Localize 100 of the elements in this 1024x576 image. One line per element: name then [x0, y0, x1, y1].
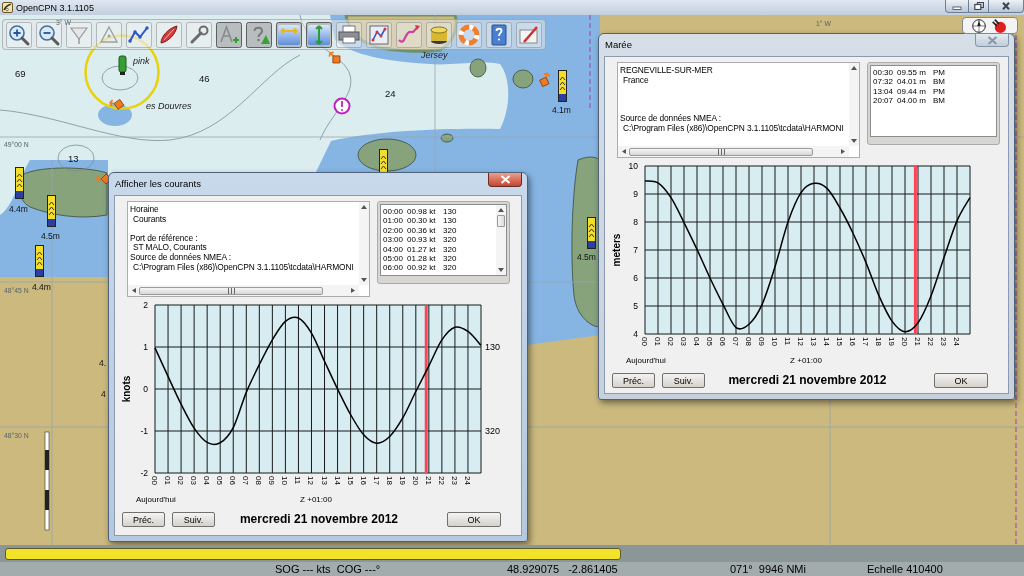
height-cell-text: 09.44 m	[897, 86, 927, 97]
scroll-down-icon[interactable]	[498, 268, 504, 273]
light-icon	[118, 55, 127, 75]
info-line: Horaine	[130, 205, 160, 215]
x-axis-tick-label: 17	[861, 337, 870, 346]
x-axis-tick-label: 00	[150, 476, 159, 485]
x-axis-tick-label: 16	[848, 337, 857, 346]
track-icon[interactable]	[396, 22, 422, 48]
route-icon[interactable]	[126, 22, 152, 48]
time-cell-text: 03:00	[383, 235, 405, 245]
vertical-scrollbar[interactable]	[496, 205, 506, 275]
x-axis-tick-label: 21	[913, 337, 922, 346]
text-icon[interactable]	[216, 22, 242, 48]
speed-cell-text: 00.93 kt	[407, 235, 437, 245]
direction-cell-text: 320	[443, 244, 458, 255]
x-axis-tick-label: 19	[397, 476, 407, 485]
depth-label: 24	[385, 88, 396, 99]
direction-label: 130	[485, 342, 501, 352]
scrollbar-thumb[interactable]	[139, 286, 323, 295]
minimize-button[interactable]	[945, 0, 969, 13]
x-axis-tick-label: 24	[952, 337, 961, 346]
y-axis-tick-label: 8	[633, 217, 638, 227]
x-axis-tick-label: 06	[228, 476, 238, 485]
x-axis-tick-label: 07	[731, 337, 740, 346]
x-axis-tick-label: 20	[410, 476, 420, 485]
info-line: ST MALO, Courants	[132, 243, 208, 253]
speed-cell-text: 00.92 kt	[407, 263, 437, 273]
horizontal-scrollbar[interactable]	[618, 146, 849, 157]
x-axis-tick-label: 14	[332, 476, 342, 485]
notes-icon[interactable]	[516, 22, 542, 48]
x-axis-tick-label: 02	[176, 476, 186, 485]
x-axis-tick-label: 23	[939, 337, 948, 346]
scroll-right-icon[interactable]	[350, 288, 356, 293]
x-axis-tick-label: 22	[926, 337, 935, 346]
ok-button[interactable]: OK	[447, 512, 501, 527]
zoom-in-icon[interactable]	[6, 22, 32, 48]
x-axis-tick-label: 12	[306, 476, 316, 485]
time-cell-text: 02:00	[383, 225, 405, 236]
compass-panel[interactable]	[962, 17, 1018, 34]
scroll-down-icon[interactable]	[851, 139, 857, 144]
y-axis-tick-label: 0	[143, 384, 148, 394]
next-button[interactable]: Suiv.	[172, 512, 215, 527]
close-button[interactable]	[989, 0, 1024, 13]
tide-gauge-icon	[15, 167, 24, 199]
ring-marker-icon	[84, 34, 160, 110]
info-line: C:\Program Files (x86)\OpenCPN 3.1.1105\tcdata\HARMONI	[622, 123, 845, 134]
time-cell-text: 05:00	[383, 254, 405, 264]
tide-gauge-icon	[558, 70, 567, 102]
scroll-right-icon[interactable]	[840, 149, 846, 154]
route-list-icon[interactable]	[366, 22, 392, 48]
tide-type-cell-text: PM	[933, 68, 946, 78]
printer-icon[interactable]	[336, 22, 362, 48]
x-axis-tick-label: 03	[189, 476, 199, 485]
y-axis-tick-label: 4	[633, 329, 638, 339]
current-arrow-icon	[109, 99, 125, 110]
scroll-up-icon[interactable]	[361, 204, 367, 209]
tide-height-label: 4.1m	[552, 105, 571, 115]
x-axis-tick-label: 04	[202, 476, 212, 485]
scrollbar-thumb[interactable]	[629, 147, 813, 156]
scroll-left-icon[interactable]	[131, 288, 137, 293]
x-axis-tick-label: 12	[796, 337, 805, 346]
info-line: Port de référence :	[130, 233, 199, 244]
vertical-arrows-icon[interactable]	[306, 22, 332, 48]
speed-cell-text: 01.28 kt	[407, 254, 437, 264]
drying-area	[512, 69, 534, 89]
question-icon[interactable]	[246, 22, 272, 48]
window-title: OpenCPN 3.1.1105	[16, 1, 94, 14]
x-axis-tick-label: 23	[449, 476, 459, 485]
boat-icon[interactable]	[156, 22, 182, 48]
x-axis-tick-label: 08	[744, 337, 753, 346]
y-axis-tick-label: 7	[633, 245, 638, 255]
stack-icon[interactable]	[426, 22, 452, 48]
x-axis-tick-label: 15	[345, 476, 355, 485]
y-axis-tick-label: -2	[140, 468, 148, 478]
scrollbar-thumb[interactable]	[497, 215, 505, 227]
wrench-icon[interactable]	[186, 22, 212, 48]
help-icon[interactable]	[486, 22, 512, 48]
scroll-up-icon[interactable]	[851, 65, 857, 70]
chart-bar-key[interactable]	[5, 547, 621, 560]
dialog-title: Afficher les courants	[114, 178, 201, 190]
scroll-up-icon[interactable]	[498, 207, 504, 212]
x-axis-tick-label: 20	[900, 337, 909, 346]
depth-label: 69	[15, 68, 26, 79]
vertical-scrollbar[interactable]	[849, 63, 859, 146]
previous-button[interactable]: Préc.	[122, 512, 165, 527]
x-axis-tick-label: 13	[809, 337, 818, 346]
horizontal-scrollbar[interactable]	[128, 285, 359, 296]
place-label: Jersey	[421, 50, 448, 60]
scroll-left-icon[interactable]	[621, 149, 627, 154]
close-button[interactable]	[488, 173, 522, 187]
vertical-scrollbar[interactable]	[359, 202, 369, 285]
scale-readout: Echelle 410400	[867, 562, 944, 576]
x-axis-tick-label: 01	[163, 476, 173, 485]
x-axis-tick-label: 07	[241, 476, 251, 485]
horizontal-arrows-icon[interactable]	[276, 22, 302, 48]
drying-area	[440, 133, 454, 143]
maximize-button[interactable]	[969, 0, 989, 13]
x-axis-tick-label: 03	[679, 337, 688, 346]
close-icon	[1001, 2, 1011, 10]
speed-cell-text: 00.30 kt	[407, 216, 437, 226]
